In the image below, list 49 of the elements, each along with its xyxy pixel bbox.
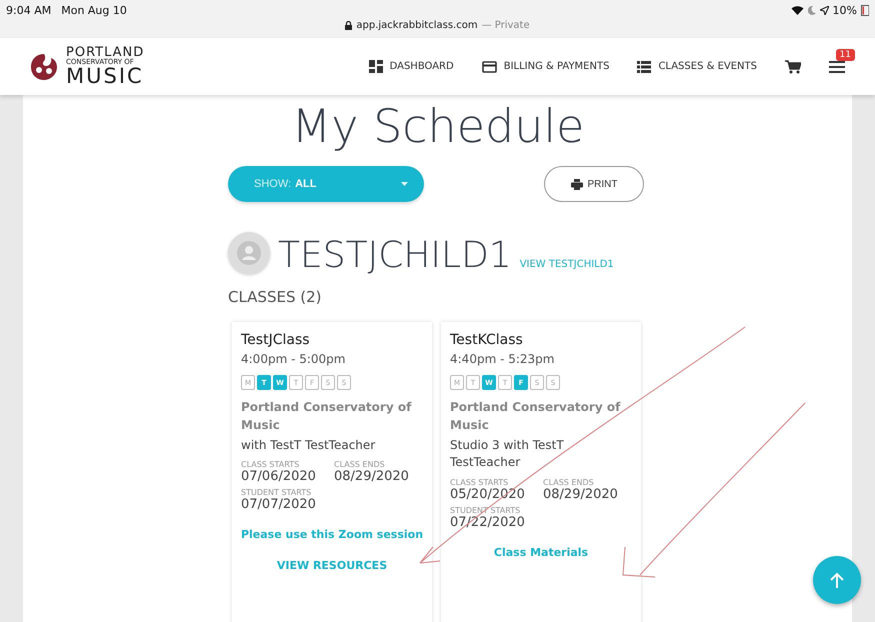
date-value: 07/06/2020 xyxy=(241,469,317,484)
notification-badge: 11 xyxy=(836,48,855,60)
nav-link[interactable]: CLASSES & EVENTS xyxy=(637,60,757,72)
menu-icon xyxy=(829,60,845,72)
date-value: 08/29/2020 xyxy=(543,486,619,502)
student-name: TESTJCHILD1 xyxy=(278,238,512,274)
class-name: TestJClass xyxy=(241,332,311,348)
class-teacher: Studio 3 with TestT TestTeacher xyxy=(450,436,565,472)
date-value: 08/29/2020 xyxy=(334,469,410,484)
moon-icon xyxy=(808,6,816,14)
lock-icon xyxy=(345,21,352,30)
caret-icon xyxy=(401,182,408,186)
class-time: 4:00pm - 5:00pm xyxy=(241,352,346,366)
class-location: Portland Conservatory of Music xyxy=(241,399,412,434)
location-arrow-icon xyxy=(820,6,829,14)
status-date: Mon Aug 10 xyxy=(61,4,127,16)
dashboard-icon xyxy=(368,60,383,73)
status-time: 9:04 AM xyxy=(6,4,52,16)
date-value: 07/07/2020 xyxy=(241,497,317,512)
nav-link[interactable]: BILLING & PAYMENTS xyxy=(482,60,610,72)
page-title: My Schedule xyxy=(290,99,586,154)
class-time: 4:40pm - 5:23pm xyxy=(450,352,556,366)
classes-heading: CLASSES (2) xyxy=(228,288,322,306)
date-label: CLASS ENDS xyxy=(334,460,386,470)
battery-icon xyxy=(861,4,869,16)
date-label: CLASS ENDS xyxy=(543,478,595,487)
battery-percent: 10% xyxy=(832,4,857,16)
logo-text: PORTLAND xyxy=(66,46,144,59)
wifi-icon xyxy=(790,5,804,15)
cart-icon xyxy=(785,60,801,74)
printer-icon xyxy=(570,178,582,190)
class-teacher: with TestT TestTeacher xyxy=(241,436,376,454)
date-label: STUDENT STARTS xyxy=(241,488,312,498)
person-silhouette-icon xyxy=(237,241,261,266)
cart-button[interactable] xyxy=(785,60,801,74)
credit-card-icon xyxy=(482,60,497,72)
date-label: CLASS STARTS xyxy=(241,460,300,470)
class-location: Portland Conservatory of Music xyxy=(450,399,622,434)
class-name: TestKClass xyxy=(450,332,524,348)
list-icon xyxy=(637,60,652,72)
private-label: — Private xyxy=(482,20,530,31)
logo-icon xyxy=(30,52,58,82)
menu-button[interactable] xyxy=(829,60,845,72)
url-text[interactable]: app.jackrabbitclass.com xyxy=(356,20,478,31)
print-button[interactable]: PRINT xyxy=(544,166,644,202)
arrow-up-icon xyxy=(830,572,844,588)
logo-text: MUSIC xyxy=(66,66,144,87)
date-label: CLASS STARTS xyxy=(450,478,510,487)
nav-link[interactable]: DASHBOARD xyxy=(368,60,454,73)
